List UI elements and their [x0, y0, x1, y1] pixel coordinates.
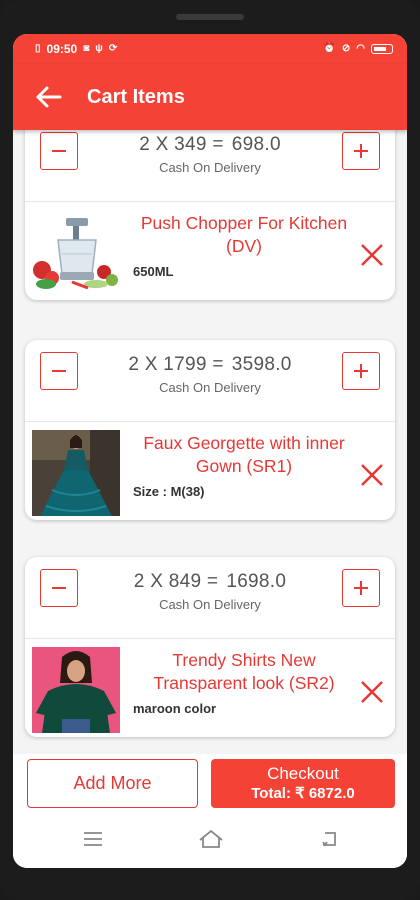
checkout-label: Checkout — [267, 763, 339, 783]
home-button[interactable] — [197, 828, 225, 850]
close-icon — [361, 464, 383, 486]
minus-icon — [52, 370, 66, 372]
system-nav-bar — [13, 814, 407, 868]
cart-item-details: Faux Georgette with inner Gown (SR1) Siz… — [25, 422, 395, 520]
cart-item-quantity-row: 2 X 349 = 698.0 Cash On Delivery — [25, 130, 395, 202]
increase-quantity-button[interactable] — [342, 352, 380, 390]
plus-icon — [354, 581, 368, 595]
cart-item: 2 X 349 = 698.0 Cash On Delivery Push Ch… — [25, 130, 395, 300]
decrease-quantity-button[interactable] — [40, 132, 78, 170]
increase-quantity-button[interactable] — [342, 132, 380, 170]
cart-actions: Add More Checkout Total: ₹ 6872.0 — [13, 754, 407, 814]
system-back-button[interactable] — [315, 828, 343, 850]
line-total: 3598.0 — [231, 354, 292, 375]
home-icon — [199, 829, 223, 848]
mute-icon: ⊘ — [341, 43, 351, 54]
status-time: 09:50 — [46, 42, 78, 56]
product-name[interactable]: Trendy Shirts New Transparent look (SR2) — [133, 649, 355, 695]
sim-icon: ▯ — [35, 43, 41, 54]
cart-item-quantity-row: 2 X 1799 = 3598.0 Cash On Delivery — [25, 340, 395, 422]
wifi-icon: ◠ — [356, 43, 365, 54]
minus-icon — [52, 150, 66, 152]
phone-frame: ▯ 09:50 ◙ ψ ⟳ ⏰ ⊘ ◠ Cart Items 2 X 349 =… — [0, 0, 420, 900]
line-total: 1698.0 — [226, 571, 287, 592]
payment-method: Cash On Delivery — [159, 380, 261, 395]
increase-quantity-button[interactable] — [342, 569, 380, 607]
speaker-grille — [176, 14, 244, 20]
remove-item-button[interactable] — [359, 462, 385, 488]
calc-text: 2 X 1799 = — [128, 354, 224, 375]
decrease-quantity-button[interactable] — [40, 569, 78, 607]
cart-item: 2 X 849 = 1698.0 Cash On Delivery Trendy… — [25, 557, 395, 737]
arrow-left-icon — [36, 86, 62, 108]
back-button[interactable] — [31, 80, 65, 114]
checkout-button[interactable]: Checkout Total: ₹ 6872.0 — [211, 759, 395, 808]
status-bar: ▯ 09:50 ◙ ψ ⟳ ⏰ ⊘ ◠ — [13, 34, 407, 64]
price-calculation: 2 X 349 = 698.0 — [85, 134, 335, 156]
menu-icon — [84, 832, 102, 846]
battery-icon — [371, 44, 393, 54]
cart-item: 2 X 1799 = 3598.0 Cash On Delivery Faux … — [25, 340, 395, 520]
payment-method: Cash On Delivery — [159, 597, 261, 612]
sync-icon: ⟳ — [108, 43, 118, 54]
remove-item-button[interactable] — [359, 679, 385, 705]
product-image[interactable] — [32, 647, 120, 733]
line-total: 698.0 — [231, 134, 281, 155]
product-image[interactable] — [32, 210, 120, 296]
price-calculation: 2 X 1799 = 3598.0 — [85, 354, 335, 376]
whatsapp-icon: ◙ — [83, 43, 90, 54]
alarm-icon: ⏰ — [323, 43, 336, 54]
price-calculation: 2 X 849 = 1698.0 — [85, 571, 335, 593]
calc-text: 2 X 349 = — [139, 134, 224, 155]
cart-item-details: Trendy Shirts New Transparent look (SR2)… — [25, 639, 395, 737]
cart-item-quantity-row: 2 X 849 = 1698.0 Cash On Delivery — [25, 557, 395, 639]
cart-item-details: Push Chopper For Kitchen (DV) 650ML — [25, 202, 395, 300]
recent-apps-button[interactable] — [79, 828, 107, 850]
product-variant: Size : M(38) — [133, 484, 205, 499]
close-icon — [361, 681, 383, 703]
usb-icon: ψ — [95, 43, 103, 54]
close-icon — [361, 244, 383, 266]
screen: ▯ 09:50 ◙ ψ ⟳ ⏰ ⊘ ◠ Cart Items 2 X 349 =… — [13, 34, 407, 868]
product-variant: maroon color — [133, 701, 217, 716]
minus-icon — [52, 587, 66, 589]
cart-list[interactable]: 2 X 349 = 698.0 Cash On Delivery Push Ch… — [13, 130, 407, 754]
back-icon — [322, 832, 336, 847]
product-variant: 650ML — [133, 264, 174, 279]
add-more-button[interactable]: Add More — [27, 759, 198, 808]
plus-icon — [354, 364, 368, 378]
product-image[interactable] — [32, 430, 120, 516]
page-title: Cart Items — [87, 85, 185, 108]
product-name[interactable]: Faux Georgette with inner Gown (SR1) — [133, 432, 355, 478]
product-name[interactable]: Push Chopper For Kitchen (DV) — [133, 212, 355, 258]
cart-total: Total: ₹ 6872.0 — [251, 784, 355, 802]
calc-text: 2 X 849 = — [133, 571, 219, 592]
remove-item-button[interactable] — [359, 242, 385, 268]
decrease-quantity-button[interactable] — [40, 352, 78, 390]
app-bar: Cart Items — [13, 64, 407, 130]
payment-method: Cash On Delivery — [159, 160, 261, 175]
plus-icon — [354, 144, 368, 158]
